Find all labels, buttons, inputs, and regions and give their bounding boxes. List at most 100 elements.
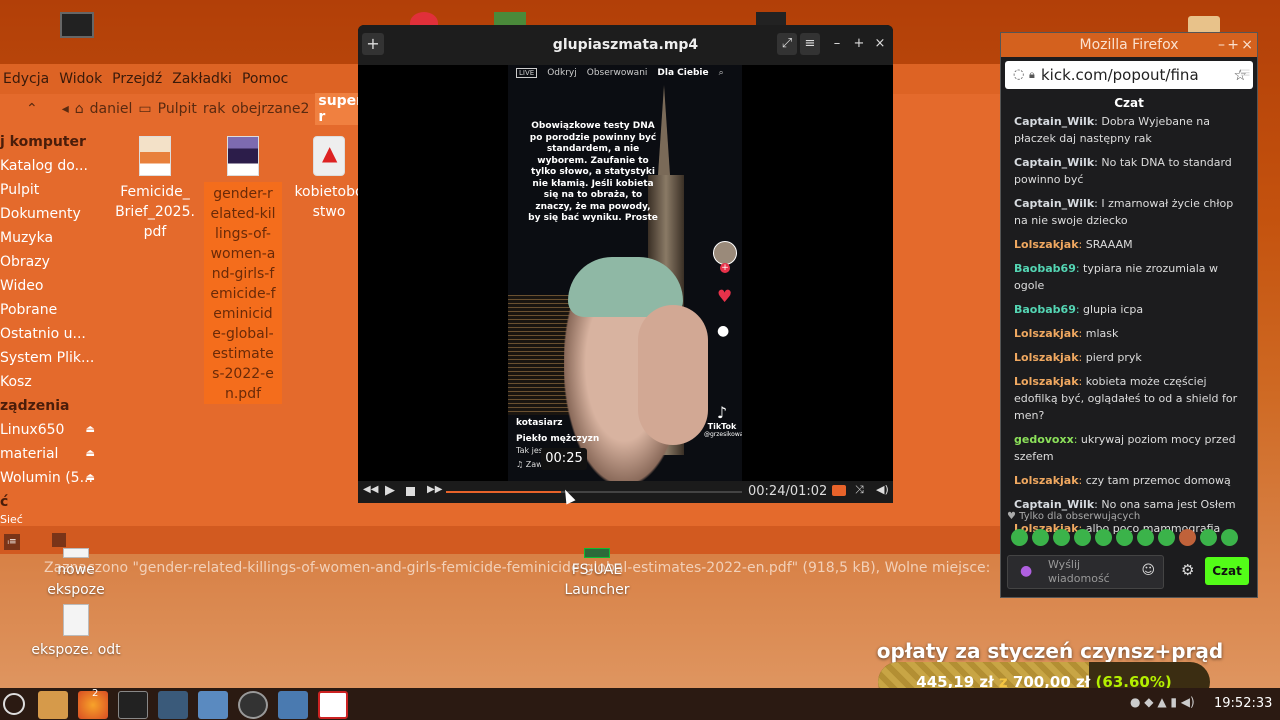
chat-username[interactable]: Lolszakjak [1014, 375, 1079, 388]
editor-taskbar-icon[interactable] [318, 691, 348, 719]
desktop-icon-ekspoze-odt[interactable]: ekspoze. odt [31, 604, 121, 660]
maximize-icon[interactable]: + [852, 33, 866, 55]
clock[interactable]: 19:52:33 [1214, 696, 1272, 711]
emote-icon[interactable] [1074, 529, 1091, 546]
emote-icon[interactable] [1200, 529, 1217, 546]
emote-icon[interactable] [1011, 529, 1028, 546]
sidebar-item-pulpit[interactable]: Pulpit [0, 178, 105, 202]
terminal-taskbar-icon[interactable] [118, 691, 148, 719]
chat-username[interactable]: Captain_Wilk [1014, 115, 1094, 128]
url-bar[interactable]: ◌ 🔒︎ kick.com/popout/fina ☆ [1005, 61, 1253, 89]
file-item[interactable]: Femicide_ Brief_2025. pdf [115, 136, 195, 242]
chat-username[interactable]: Baobab69 [1014, 303, 1076, 316]
avatar [713, 241, 737, 265]
sidebar-item-linux650[interactable]: Linux650 ⏏ [0, 418, 105, 442]
shield-icon[interactable]: ◌ [1013, 61, 1024, 89]
sidebar-item-muzyka[interactable]: Muzyka [0, 226, 105, 250]
menu-przejdz[interactable]: Przejdź [112, 71, 162, 87]
path-pulpit[interactable]: Pulpit [158, 101, 197, 117]
emote-icon[interactable] [1221, 529, 1238, 546]
up-arrow-icon[interactable]: ⌃ [26, 101, 38, 117]
microphone-icon[interactable]: ● [1020, 563, 1032, 579]
chat-username[interactable]: Captain_Wilk [1014, 156, 1094, 169]
path-daniel[interactable]: daniel [90, 101, 133, 117]
close-icon[interactable]: × [1241, 33, 1253, 57]
emote-icon[interactable] [1053, 529, 1070, 546]
seek-bar[interactable] [446, 491, 742, 493]
live-icon: LIVE [516, 68, 538, 78]
sidebar-item-dokumenty[interactable]: Dokumenty [0, 202, 105, 226]
rewind-icon[interactable]: ◀◀ [363, 484, 378, 495]
steam-taskbar-icon[interactable] [158, 691, 188, 719]
sidebar-item-siec[interactable]: Sieć [0, 514, 105, 526]
chat-input[interactable]: ● Wyślij wiadomość ☺ [1007, 555, 1164, 589]
sidebar-item-material[interactable]: material ⏏ [0, 442, 105, 466]
sidebar-item-downloads-dir[interactable]: Katalog do... [0, 154, 105, 178]
sidebar-item-obrazy[interactable]: Obrazy [0, 250, 105, 274]
chat-username[interactable]: Lolszakjak [1014, 474, 1079, 487]
file-item[interactable]: ▲ kobietobo stwo [290, 136, 368, 222]
menu-edycja[interactable]: Edycja [3, 71, 49, 87]
emote-icon[interactable] [1095, 529, 1112, 546]
sidebar-item-ostatnio[interactable]: Ostatnio u... [0, 322, 105, 346]
path-rak[interactable]: rak [203, 101, 225, 117]
sidebar-toggle-icon[interactable]: ᵢ≡ [4, 534, 20, 550]
minimize-icon[interactable]: – [830, 33, 844, 55]
chat-username[interactable]: gedovoxx [1014, 433, 1074, 446]
emote-icon[interactable] [1032, 529, 1049, 546]
menu-widok[interactable]: Widok [59, 71, 102, 87]
sidebar-item-wolumin[interactable]: Wolumin (5... ⏏ [0, 466, 105, 490]
emote-icon[interactable] [1179, 529, 1196, 546]
sidebar-item-pobrane[interactable]: Pobrane [0, 298, 105, 322]
menu-icon[interactable]: ≡ [800, 33, 820, 55]
play-icon[interactable]: ▶ [385, 483, 395, 498]
start-menu-icon[interactable] [3, 693, 25, 715]
fullscreen-icon[interactable]: ⤢ [777, 33, 797, 55]
chat-username[interactable]: Lolszakjak [1014, 238, 1079, 251]
desktop-monitor-icon[interactable] [60, 12, 94, 38]
close-icon[interactable]: × [873, 33, 887, 55]
volume-icon[interactable]: ◀) [876, 483, 889, 496]
video-frame[interactable]: LIVE Odkryj Obserwowani Dla Ciebie ⌕ Obo… [508, 65, 742, 483]
tray-icons[interactable]: ● ◆ ▲ ▮ ◀) [1130, 695, 1195, 709]
desktop-icon-fs-uae[interactable]: FS-UAE Launcher [552, 548, 642, 600]
emote-icon[interactable] [1116, 529, 1133, 546]
eject-icon[interactable]: ⏏ [86, 442, 95, 466]
menu-zakladki[interactable]: Zakładki [172, 71, 232, 87]
settings-gear-icon[interactable]: ⚙ [1181, 561, 1194, 579]
emoji-icon[interactable]: ☺ [1141, 563, 1155, 578]
path-obejrzane2[interactable]: obejrzane2 [231, 101, 309, 117]
panel-toggle-icon[interactable] [52, 533, 67, 547]
menu-icon[interactable]: ≡ [1239, 65, 1251, 81]
subtitles-icon[interactable] [832, 485, 846, 496]
minimize-icon[interactable]: – [1218, 33, 1225, 57]
forward-icon[interactable]: ▶▶ [427, 484, 442, 495]
chat-username[interactable]: Lolszakjak [1014, 327, 1079, 340]
sidebar-item-wideo[interactable]: Wideo [0, 274, 105, 298]
stop-icon[interactable] [406, 487, 415, 496]
files-taskbar-icon[interactable] [38, 691, 68, 719]
sidebar-item-system[interactable]: System Plik... [0, 346, 105, 370]
file-item-selected[interactable]: gender-related-killings-of-women-and-gir… [204, 136, 282, 404]
path-back-icon[interactable]: ◂ [62, 101, 69, 117]
chat-username[interactable]: Captain_Wilk [1014, 197, 1094, 210]
desktop-icon-nowe-ekspoze[interactable]: nowe ekspoze [31, 548, 121, 600]
sidebar-item-kosz[interactable]: Kosz [0, 370, 105, 394]
emote-icon[interactable] [1158, 529, 1175, 546]
obs-taskbar-icon[interactable] [238, 691, 268, 719]
document-taskbar-icon[interactable] [198, 691, 228, 719]
shuffle-icon[interactable]: ⤨ [855, 483, 864, 497]
chat-username[interactable]: Baobab69 [1014, 262, 1076, 275]
add-icon[interactable]: + [362, 33, 384, 55]
eject-icon[interactable]: ⏏ [86, 418, 95, 442]
chat-send-button[interactable]: Czat [1205, 557, 1249, 585]
chat-username[interactable]: Lolszakjak [1014, 351, 1079, 364]
sidebar-item-label: Linux650 [0, 422, 65, 438]
emote-icon[interactable] [1137, 529, 1154, 546]
chat-username[interactable]: Captain_Wilk [1014, 498, 1094, 511]
eject-icon[interactable]: ⏏ [86, 466, 95, 490]
maximize-icon[interactable]: + [1227, 33, 1239, 57]
menu-pomoc[interactable]: Pomoc [242, 71, 288, 87]
video-taskbar-icon[interactable] [278, 691, 308, 719]
seek-tooltip: 00:25 [541, 448, 587, 470]
